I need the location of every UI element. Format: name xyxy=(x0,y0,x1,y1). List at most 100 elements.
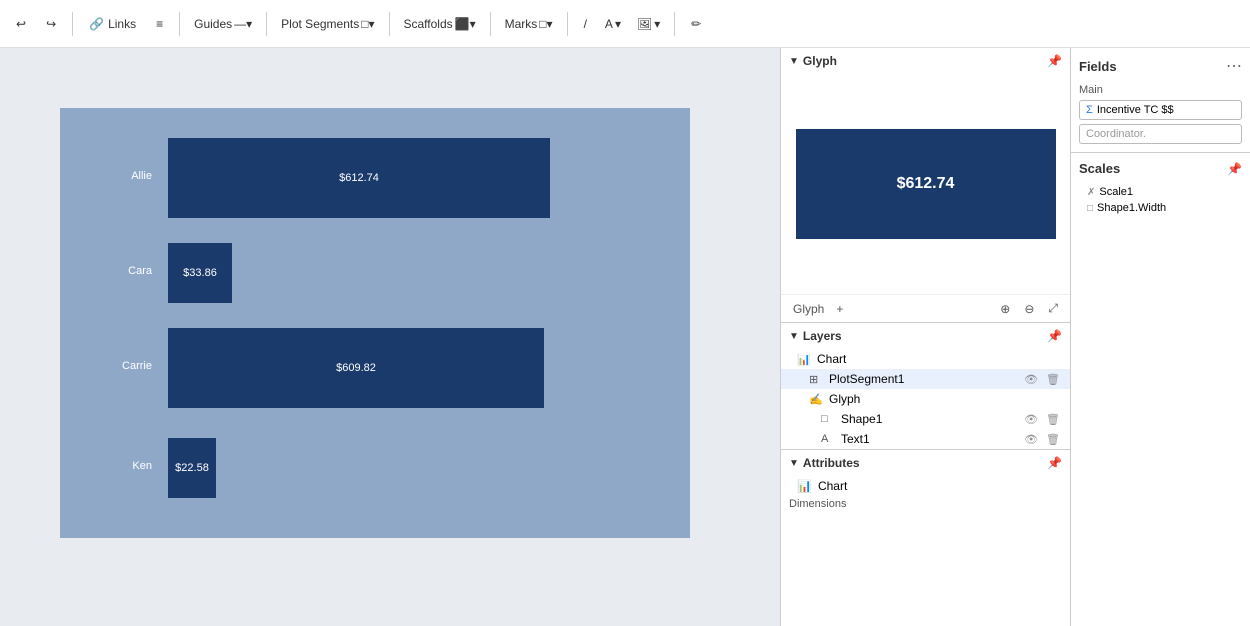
layer-item-text1[interactable]: A Text1 👁 🗑 xyxy=(781,429,1070,449)
layer-shape1-eye-btn[interactable]: 👁 xyxy=(1022,413,1040,426)
layer-item-shape1[interactable]: □ Shape1 👁 🗑 xyxy=(781,409,1070,429)
glyph-zoom-out-btn[interactable]: ⊖ xyxy=(1020,299,1038,318)
layers-pin-icon[interactable]: 📌 xyxy=(1047,329,1062,343)
scales-pin-icon[interactable]: 📌 xyxy=(1227,162,1242,176)
layer-plotsegment-eye-btn[interactable]: 👁 xyxy=(1022,373,1040,386)
eraser-button[interactable]: ✏ xyxy=(683,13,709,35)
chart-container: Allie $612.74 Cara $33.86 Carrie $609.82 Ken $2… xyxy=(60,108,690,538)
layer-plotsegment-delete-btn[interactable]: 🗑 xyxy=(1044,373,1062,386)
attributes-pin-icon[interactable]: 📌 xyxy=(1047,456,1062,470)
bar-Cara: $33.86 xyxy=(168,243,232,303)
layer-text1-delete-btn[interactable]: 🗑 xyxy=(1044,433,1062,446)
scale-1-icon: ✗ xyxy=(1087,187,1095,198)
layer-item-plotsegment[interactable]: ⊞ PlotSegment1 👁 🗑 xyxy=(781,369,1070,389)
plot-segments-dropdown-icon: □▾ xyxy=(361,17,374,31)
glyph-value: $612.74 xyxy=(897,175,955,193)
layers-collapse-icon[interactable]: ▼ xyxy=(789,331,799,342)
layer-chart-icon: 📊 xyxy=(797,353,811,366)
text-icon: A xyxy=(605,17,613,31)
layer-item-glyph[interactable]: ✍ Glyph xyxy=(781,389,1070,409)
canvas-area[interactable]: Allie $612.74 Cara $33.86 Carrie $609.82 Ken $2… xyxy=(0,48,780,626)
glyph-collapse-icon[interactable]: ▼ xyxy=(789,56,799,67)
bar-Ken: $22.58 xyxy=(168,438,216,498)
bar-label-Cara: Cara xyxy=(60,265,160,277)
field-pill-1[interactable]: Σ Incentive TC $$ xyxy=(1079,100,1242,120)
layer-shape1-label: Shape1 xyxy=(841,412,882,426)
field-1-value: Incentive TC $$ xyxy=(1097,104,1174,116)
image-dropdown-icon: ▾ xyxy=(654,17,660,31)
undo-icon: ↩ xyxy=(16,17,26,31)
layer-chart-label: Chart xyxy=(817,352,846,366)
glyph-add-btn[interactable]: + xyxy=(832,300,847,318)
field-2-value: Coordinator. xyxy=(1086,128,1146,140)
bar-Carrie: $609.82 xyxy=(168,328,544,408)
field-sum-icon: Σ xyxy=(1086,104,1093,116)
attributes-section: ▼ Attributes 📌 📊 Chart Dimensions xyxy=(781,450,1070,626)
layer-shape1-icon: □ xyxy=(821,413,835,425)
glyph-fit-btn[interactable]: ⤢ xyxy=(1044,299,1062,318)
far-right-panel: Fields ⋯ Main Σ Incentive TC $$ Coordina… xyxy=(1070,48,1250,626)
bar-label-Allie: Allie xyxy=(60,170,160,182)
bar-Allie: $612.74 xyxy=(168,138,550,218)
image-button[interactable]: 🖼 ▾ xyxy=(631,13,666,35)
plot-segments-button[interactable]: Plot Segments □▾ xyxy=(275,13,380,35)
line-icon: / xyxy=(584,17,587,31)
guides-dropdown-icon: —▾ xyxy=(234,17,252,31)
fields-more-btn[interactable]: ⋯ xyxy=(1226,56,1242,76)
right-panel: ▼ Glyph 📌 $612.74 Glyph + ⊕ ⊖ ⤢ xyxy=(780,48,1070,626)
scale-1-label: Scale1 xyxy=(1099,186,1133,198)
marks-button[interactable]: Marks □▾ xyxy=(499,13,559,35)
glyph-label-btn[interactable]: Glyph xyxy=(789,300,828,318)
scaffolds-dropdown-icon: ⬛▾ xyxy=(455,17,476,31)
layer-item-chart[interactable]: 📊 Chart xyxy=(781,349,1070,369)
attributes-collapse-icon[interactable]: ▼ xyxy=(789,458,799,469)
glyph-toolbar: Glyph + ⊕ ⊖ ⤢ xyxy=(781,294,1070,322)
layers-header: ▼ Layers 📌 xyxy=(781,323,1070,349)
glyph-zoom-in-btn[interactable]: ⊕ xyxy=(996,299,1014,318)
scales-section: Scales 📌 ✗ Scale1 □ Shape1.Width xyxy=(1071,153,1250,224)
sep-2 xyxy=(179,12,180,36)
scaffolds-button[interactable]: Scaffolds ⬛▾ xyxy=(398,13,482,35)
layer-text1-label: Text1 xyxy=(841,432,870,446)
layer-text1-icon: A xyxy=(821,433,835,445)
undo-button[interactable]: ↩ xyxy=(8,13,34,35)
glyph-title: Glyph xyxy=(803,54,837,68)
attributes-chart-item[interactable]: 📊 Chart xyxy=(781,476,1070,496)
list-icon: ≡ xyxy=(156,17,163,31)
layer-text1-eye-btn[interactable]: 👁 xyxy=(1022,433,1040,446)
main-content: Allie $612.74 Cara $33.86 Carrie $609.82 Ken $2… xyxy=(0,48,1250,626)
redo-button[interactable]: ↪ xyxy=(38,13,64,35)
line-button[interactable]: / xyxy=(576,13,595,35)
text-dropdown-icon: ▾ xyxy=(615,17,621,31)
list-button[interactable]: ≡ xyxy=(148,13,171,35)
links-button[interactable]: 🔗 Links xyxy=(81,13,144,35)
bar-label-Carrie: Carrie xyxy=(60,360,160,372)
attributes-chart-label: Chart xyxy=(818,479,847,493)
text-button[interactable]: A ▾ xyxy=(599,13,627,35)
glyph-pin-icon[interactable]: 📌 xyxy=(1047,54,1062,68)
eraser-icon: ✏ xyxy=(691,17,701,31)
sep-7 xyxy=(674,12,675,36)
field-2-empty[interactable]: Coordinator. xyxy=(1079,124,1242,144)
layer-plotsegment-label: PlotSegment1 xyxy=(829,372,904,386)
bar-label-Ken: Ken xyxy=(60,460,160,472)
attributes-header: ▼ Attributes 📌 xyxy=(781,450,1070,476)
scale-item-1[interactable]: ✗ Scale1 xyxy=(1079,184,1242,200)
scale-item-2[interactable]: □ Shape1.Width xyxy=(1079,200,1242,216)
glyph-header: ▼ Glyph 📌 xyxy=(781,48,1070,74)
toolbar: ↩ ↪ 🔗 Links ≡ Guides —▾ Plot Segments □▾… xyxy=(0,0,1250,48)
attributes-chart-icon: 📊 xyxy=(797,479,812,493)
glyph-bar: $612.74 xyxy=(796,129,1056,239)
attributes-title: Attributes xyxy=(803,456,860,470)
guides-button[interactable]: Guides —▾ xyxy=(188,13,258,35)
sep-4 xyxy=(389,12,390,36)
fields-title: Fields xyxy=(1079,59,1117,74)
sep-1 xyxy=(72,12,73,36)
scale-2-label: Shape1.Width xyxy=(1097,202,1166,214)
layer-shape1-delete-btn[interactable]: 🗑 xyxy=(1044,413,1062,426)
scales-title: Scales xyxy=(1079,161,1120,176)
fields-section: Fields ⋯ Main Σ Incentive TC $$ Coordina… xyxy=(1071,48,1250,153)
layer-glyph-label: Glyph xyxy=(829,392,860,406)
scales-header: Scales 📌 xyxy=(1079,161,1242,176)
dimensions-label: Dimensions xyxy=(781,496,1070,512)
